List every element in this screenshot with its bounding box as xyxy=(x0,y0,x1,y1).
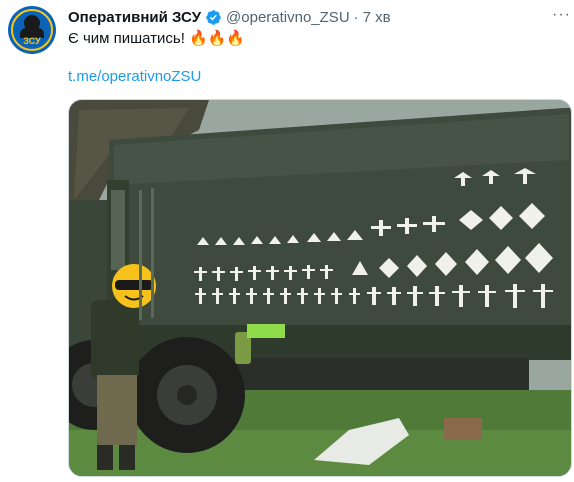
separator-dot: · xyxy=(353,8,359,26)
tweet-card[interactable]: ЗСУ Оперативний ЗСУ @operativno_ZSU · 7 … xyxy=(0,0,574,482)
account-name[interactable]: Оперативний ЗСУ xyxy=(68,9,201,26)
tweet-header: Оперативний ЗСУ @operativno_ZSU · 7 хв xyxy=(68,7,391,27)
tweet-photo[interactable] xyxy=(68,99,572,477)
avatar-text: ЗСУ xyxy=(23,36,41,46)
avatar[interactable]: ЗСУ xyxy=(8,6,56,54)
tweet-text: Є чим пишатись! 🔥🔥🔥 xyxy=(68,30,246,47)
account-handle[interactable]: @operativno_ZSU xyxy=(226,9,350,26)
tweet-link[interactable]: t.me/operativnoZSU xyxy=(68,68,201,85)
photo-illustration xyxy=(69,100,571,476)
verified-badge-icon xyxy=(206,9,221,25)
timestamp[interactable]: 7 хв xyxy=(363,9,391,26)
more-options-icon[interactable]: ··· xyxy=(552,6,571,24)
